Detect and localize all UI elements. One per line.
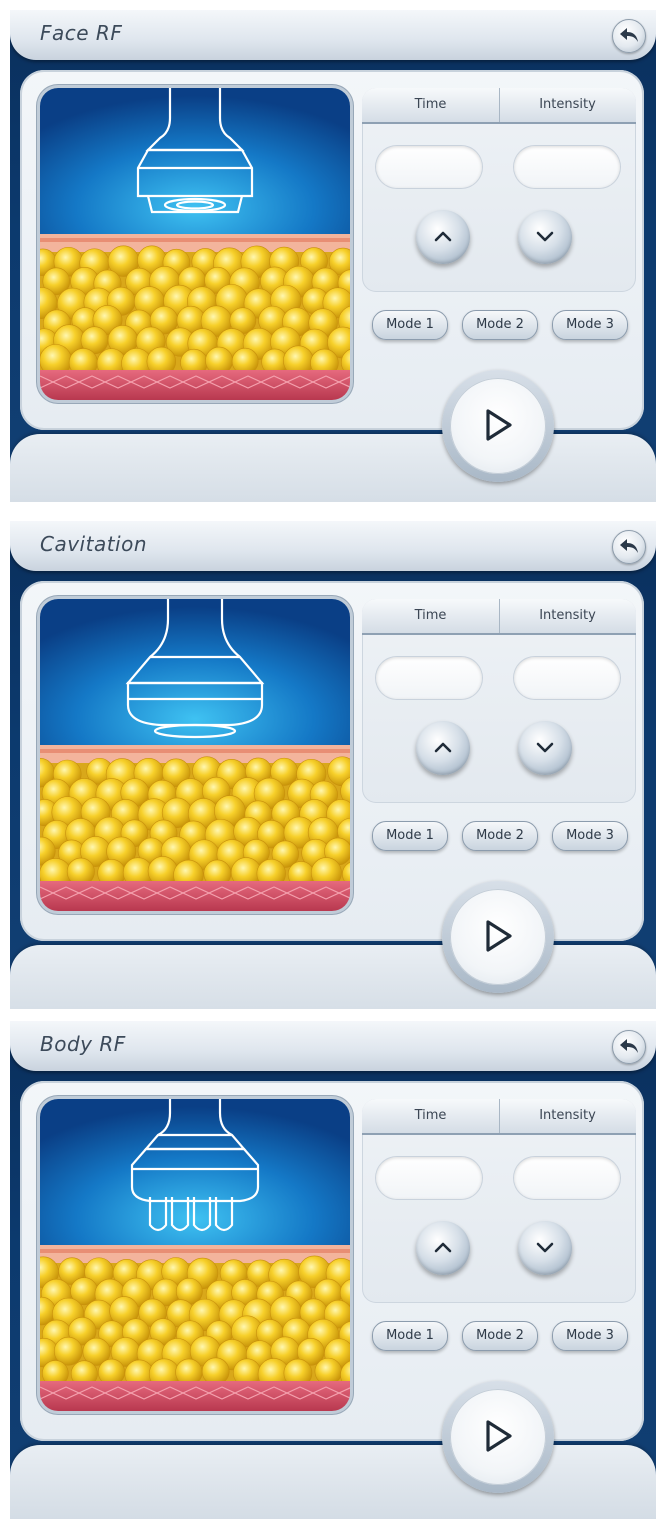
time-display xyxy=(376,146,482,188)
skin-layer xyxy=(40,745,350,763)
settings-box: Time Intensity xyxy=(362,1099,636,1303)
mode-2-button[interactable]: Mode 2 xyxy=(462,1321,538,1351)
play-icon xyxy=(486,1420,512,1452)
intensity-display xyxy=(514,657,620,699)
mode-3-button[interactable]: Mode 3 xyxy=(552,310,628,340)
mode-3-button[interactable]: Mode 3 xyxy=(552,1321,628,1351)
bottom-bar xyxy=(10,1445,656,1519)
fat-cell xyxy=(314,1357,342,1386)
main-card: Time Intensity Mode 1 Mode 2 Mode 3 xyxy=(20,70,644,430)
chevron-up-icon xyxy=(434,231,452,242)
treatment-illustration xyxy=(40,599,350,911)
back-arrow-icon xyxy=(620,539,638,553)
settings-tabs: Time Intensity xyxy=(362,1099,636,1135)
play-icon xyxy=(486,409,512,441)
mode-2-button[interactable]: Mode 2 xyxy=(462,821,538,851)
tab-intensity[interactable]: Intensity xyxy=(499,608,636,623)
treatment-screen: Face RF Time Intensity Mode 1 Mode 2 Mod… xyxy=(10,10,656,502)
settings-box: Time Intensity xyxy=(362,599,636,803)
illustration-background xyxy=(40,599,350,759)
settings-box: Time Intensity xyxy=(362,88,636,292)
chevron-down-icon xyxy=(536,742,554,753)
increase-button[interactable] xyxy=(416,721,470,775)
play-icon xyxy=(486,920,512,952)
back-arrow-icon xyxy=(620,28,638,42)
decrease-button[interactable] xyxy=(518,721,572,775)
chevron-down-icon xyxy=(536,1242,554,1253)
tab-time[interactable]: Time xyxy=(362,1108,499,1123)
decrease-button[interactable] xyxy=(518,210,572,264)
decrease-button[interactable] xyxy=(518,1221,572,1275)
treatment-screen: Body RF Time Intensity Mode 1 Mode 2 Mod… xyxy=(10,1021,656,1519)
mode-2-button[interactable]: Mode 2 xyxy=(462,310,538,340)
treatment-illustration xyxy=(40,1099,350,1411)
play-button[interactable] xyxy=(450,889,546,985)
play-button[interactable] xyxy=(450,1389,546,1485)
mode-1-button[interactable]: Mode 1 xyxy=(372,310,448,340)
settings-tabs: Time Intensity xyxy=(362,88,636,124)
play-button[interactable] xyxy=(450,378,546,474)
increase-button[interactable] xyxy=(416,1221,470,1275)
time-display xyxy=(376,657,482,699)
increase-button[interactable] xyxy=(416,210,470,264)
title-bar: Body RF xyxy=(10,1021,656,1071)
mode-1-button[interactable]: Mode 1 xyxy=(372,821,448,851)
chevron-up-icon xyxy=(434,742,452,753)
tab-time[interactable]: Time xyxy=(362,608,499,623)
back-button[interactable] xyxy=(612,19,646,53)
main-card: Time Intensity Mode 1 Mode 2 Mode 3 xyxy=(20,1081,644,1441)
settings-tabs: Time Intensity xyxy=(362,599,636,635)
back-arrow-icon xyxy=(620,1039,638,1053)
back-button[interactable] xyxy=(612,1030,646,1064)
screen-title: Face RF xyxy=(40,21,123,45)
tab-intensity[interactable]: Intensity xyxy=(499,1108,636,1123)
mode-1-button[interactable]: Mode 1 xyxy=(372,1321,448,1351)
chevron-down-icon xyxy=(536,231,554,242)
main-card: Time Intensity Mode 1 Mode 2 Mode 3 xyxy=(20,581,644,941)
bottom-bar xyxy=(10,434,656,502)
intensity-display xyxy=(514,1157,620,1199)
intensity-display xyxy=(514,146,620,188)
chevron-up-icon xyxy=(434,1242,452,1253)
tab-intensity[interactable]: Intensity xyxy=(499,97,636,112)
skin-layer xyxy=(40,234,350,252)
screen-title: Body RF xyxy=(40,1032,126,1056)
fat-cell xyxy=(201,1357,230,1386)
screen-title: Cavitation xyxy=(40,532,148,556)
tab-time[interactable]: Time xyxy=(362,97,499,112)
title-bar: Cavitation xyxy=(10,521,656,571)
back-button[interactable] xyxy=(612,530,646,564)
treatment-screen: Cavitation Time Intensity Mode 1 Mode 2 … xyxy=(10,521,656,1009)
bottom-bar xyxy=(10,945,656,1009)
time-display xyxy=(376,1157,482,1199)
title-bar: Face RF xyxy=(10,10,656,60)
treatment-illustration xyxy=(40,88,350,400)
mode-3-button[interactable]: Mode 3 xyxy=(552,821,628,851)
illustration-background xyxy=(40,1099,350,1259)
